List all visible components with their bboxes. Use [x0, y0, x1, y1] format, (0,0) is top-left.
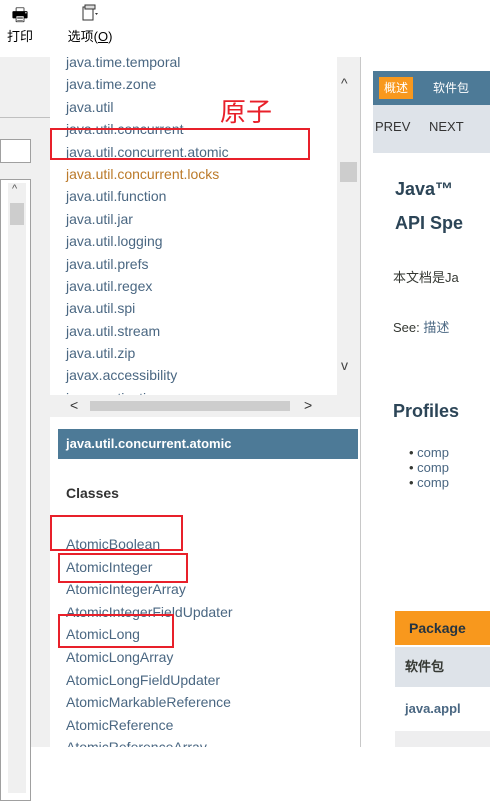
annotation-box-atomic-package — [50, 128, 310, 160]
content-frame: 概述 软件包 PREV NEXT Java™ API Spe 本文档是Ja Se… — [360, 57, 490, 747]
package-list: java.time.temporal java.time.zone java.u… — [66, 57, 229, 409]
print-label: 打印 — [6, 29, 33, 44]
package-list-frame: java.time.temporal java.time.zone java.u… — [50, 57, 361, 417]
class-link[interactable]: AtomicMarkableReference — [66, 691, 233, 714]
scrollbar-thumb[interactable] — [10, 203, 24, 225]
class-link[interactable]: AtomicLongFieldUpdater — [66, 669, 233, 692]
see-line: See: 描述 — [393, 320, 450, 335]
scrollbar-thumb[interactable] — [340, 162, 357, 182]
table-row — [395, 731, 490, 747]
tree-scrollbar[interactable]: ^ — [8, 183, 26, 793]
address-field[interactable] — [0, 139, 31, 163]
class-link[interactable]: AtomicLongArray — [66, 646, 233, 669]
printer-icon: 🖶 — [11, 5, 29, 25]
package-link[interactable]: java.util.spi — [66, 297, 229, 319]
divider — [0, 117, 50, 118]
profile-link[interactable]: comp — [409, 460, 449, 475]
package-link[interactable]: java.util.stream — [66, 320, 229, 342]
packages-table-caption: Package — [395, 611, 490, 645]
package-vertical-scrollbar[interactable]: ^ v — [337, 57, 360, 397]
package-link[interactable]: javax.accessibility — [66, 364, 229, 386]
package-link-visited[interactable]: java.util.concurrent.locks — [66, 163, 229, 185]
profile-link[interactable]: comp — [409, 475, 449, 490]
navigation-pane: ^ — [0, 57, 51, 801]
chevron-up-icon[interactable]: ^ — [12, 183, 17, 195]
next-link[interactable]: NEXT — [429, 119, 464, 134]
annotation-label: 原子 — [220, 97, 273, 127]
package-link[interactable]: java.util.function — [66, 185, 229, 207]
options-label: 选项(O) — [67, 29, 113, 44]
chevron-down-icon[interactable]: v — [341, 357, 348, 373]
classes-heading: Classes — [66, 485, 119, 501]
package-link[interactable]: java.util.logging — [66, 230, 229, 252]
options-button[interactable]: 选项(O) — [60, 4, 120, 45]
page-title: Java™ — [395, 179, 454, 199]
packages-column-header: 软件包 — [395, 647, 490, 687]
description-text: 本文档是Ja — [393, 270, 459, 285]
package-link[interactable]: java.util.prefs — [66, 253, 229, 275]
prev-link[interactable]: PREV — [375, 119, 410, 134]
package-header[interactable]: java.util.concurrent.atomic — [58, 429, 358, 459]
package-link[interactable]: java.time.zone — [66, 73, 229, 95]
class-link[interactable]: AtomicReferenceArray — [66, 736, 233, 747]
class-link[interactable]: AtomicReference — [66, 714, 233, 737]
description-link[interactable]: 描述 — [423, 320, 449, 335]
scrollbar-thumb[interactable] — [90, 401, 290, 411]
package-link[interactable]: java.util.zip — [66, 342, 229, 364]
chevron-up-icon[interactable]: ^ — [341, 75, 348, 91]
package-link[interactable]: java.util.regex — [66, 275, 229, 297]
chevron-left-icon[interactable]: < — [70, 397, 78, 413]
annotation-box-atomicboolean — [50, 515, 183, 551]
options-icon — [60, 4, 120, 26]
chevron-right-icon[interactable]: > — [304, 397, 312, 413]
package-link[interactable]: java.time.temporal — [66, 57, 229, 73]
package-row-link[interactable]: java.appl — [395, 687, 490, 731]
nav-overview-tab[interactable]: 概述 — [379, 77, 413, 99]
nav-package-tab[interactable]: 软件包 — [433, 77, 469, 99]
annotation-box-atomicinteger — [58, 553, 188, 583]
page-subtitle: API Spe — [395, 213, 464, 233]
print-button[interactable]: 🖶 打印 — [0, 4, 40, 45]
package-horizontal-scrollbar[interactable]: < > — [50, 395, 360, 417]
profile-link[interactable]: comp — [409, 445, 449, 460]
profiles-list: comp comp comp — [409, 445, 449, 490]
package-link[interactable]: java.util — [66, 96, 229, 118]
package-link[interactable]: java.util.jar — [66, 208, 229, 230]
sub-nav-bar: PREV NEXT — [373, 105, 490, 153]
annotation-box-atomiclong — [58, 614, 174, 648]
toolbar: 🖶 打印 选项(O) — [0, 0, 490, 57]
profiles-heading: Profiles — [393, 401, 460, 421]
top-nav-bar: 概述 软件包 — [373, 71, 490, 105]
